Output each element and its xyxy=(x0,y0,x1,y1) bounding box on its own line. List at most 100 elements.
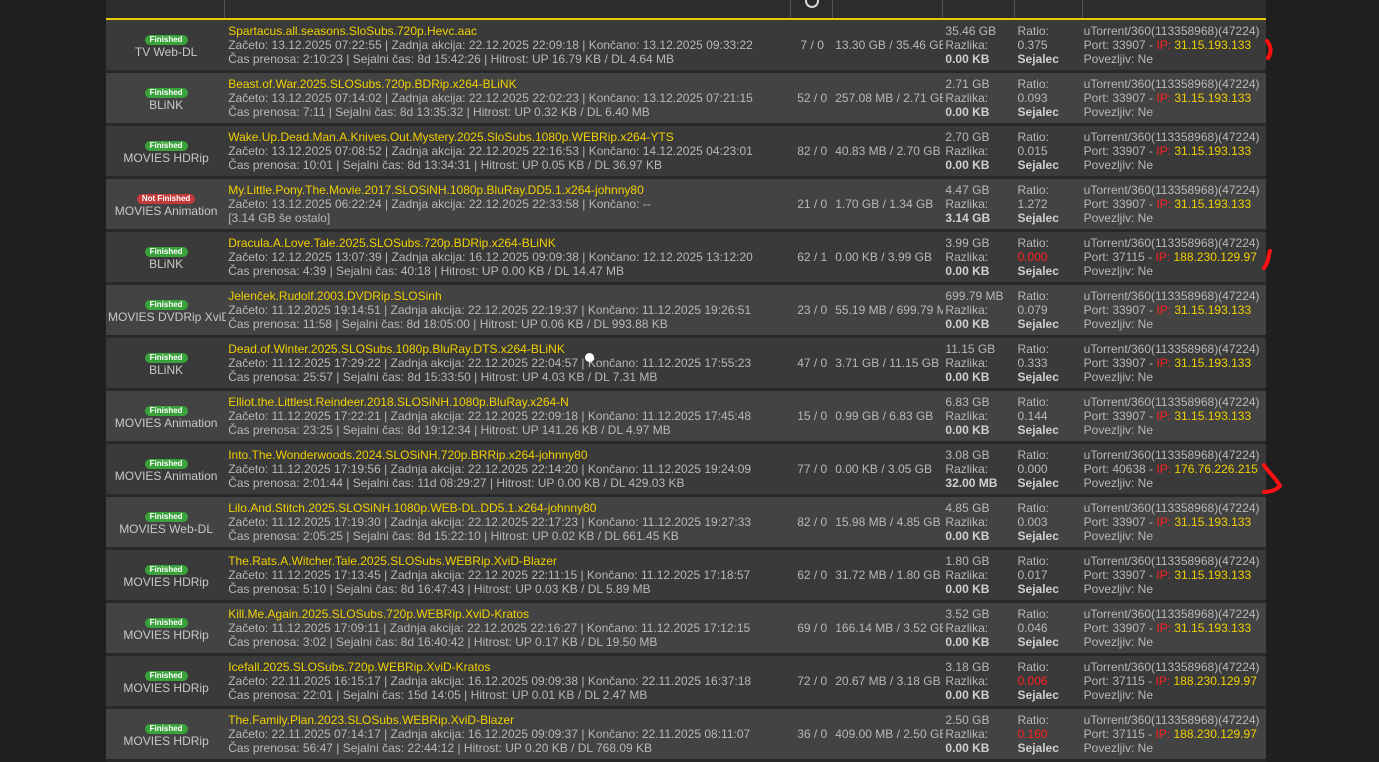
client-cell: uTorrent/360(113358968)(47224) Port: 3390… xyxy=(1081,283,1266,338)
category-cell: Not Finished MOVIES Animation xyxy=(106,177,227,232)
category-label[interactable]: MOVIES Animation xyxy=(108,416,224,430)
category-label[interactable]: BLiNK xyxy=(108,98,224,112)
torrent-info-cell: The.Family.Plan.2023.SLOSubs.WEBRip.XviD… xyxy=(226,707,792,762)
size-cell: 3.52 GB Razlika: 0.00 KB xyxy=(943,601,1016,656)
diff-value: 0.00 KB xyxy=(945,529,990,543)
port-ip: Port: 33907 - IP: 31.15.193.133 xyxy=(1084,144,1264,158)
category-label[interactable]: MOVIES HDRip xyxy=(108,628,224,642)
role-label: Sejalec xyxy=(1017,317,1059,331)
table-row: Finished MOVIES Animation Into.The.Wonderw… xyxy=(106,442,1266,497)
size-value: 4.85 GB xyxy=(945,501,990,515)
category-cell: Finished MOVIES Animation xyxy=(106,442,227,497)
category-label[interactable]: MOVIES HDRip xyxy=(108,734,224,748)
header-peers[interactable] xyxy=(790,0,833,18)
torrent-name-link[interactable]: Into.The.Wonderwoods.2024.SLOSiNH.720p.B… xyxy=(228,448,789,462)
torrent-name-link[interactable]: Beast.of.War.2025.SLOSubs.720p.BDRip.x26… xyxy=(228,77,789,91)
header-size[interactable] xyxy=(942,0,1015,18)
torrent-name-link[interactable]: Spartacus.all.seasons.SloSubs.720p.Hevc.… xyxy=(228,24,789,38)
client-name: uTorrent/360(113358968)(47224) xyxy=(1083,660,1260,674)
category-cell: Finished BLiNK xyxy=(106,71,227,126)
ratio-value: 0.093 xyxy=(1017,91,1048,105)
torrent-name-link[interactable]: Icefall.2025.SLOSubs.720p.WEBRip.XviD-Kr… xyxy=(228,660,789,674)
category-label[interactable]: TV Web-DL xyxy=(108,45,224,59)
table-row: Finished BLiNK Beast.of.War.2025.SLOSubs.7… xyxy=(106,71,1266,126)
role-label: Sejalec xyxy=(1017,370,1059,384)
ratio-value: 0.000 xyxy=(1017,462,1048,476)
ip-label: IP: xyxy=(1155,674,1174,688)
torrent-name-link[interactable]: Elliot.the.Littlest.Reindeer.2018.SLOSiN… xyxy=(228,395,789,409)
size-cell: 3.18 GB Razlika: 0.00 KB xyxy=(943,654,1016,709)
torrent-stats: Čas prenosa: 5:10 | Sejalni čas: 8d 16:4… xyxy=(228,582,651,596)
ip-value: 31.15.193.133 xyxy=(1174,515,1252,529)
torrent-name-link[interactable]: Kill.Me.Again.2025.SLOSubs.720p.WEBRip.X… xyxy=(228,607,789,621)
ip-label: IP: xyxy=(1156,91,1175,105)
status-badge: Finished xyxy=(144,300,188,310)
ratio-value: 0.046 xyxy=(1017,621,1048,635)
size-value: 35.46 GB xyxy=(945,24,997,38)
torrent-name-link[interactable]: Dead.of.Winter.2025.SLOSubs.1080p.BluRay… xyxy=(228,342,789,356)
category-label[interactable]: MOVIES Animation xyxy=(108,469,224,483)
client-cell: uTorrent/360(113358968)(47224) Port: 3390… xyxy=(1081,336,1266,391)
header-ratio[interactable] xyxy=(1014,0,1083,18)
category-label[interactable]: BLiNK xyxy=(108,257,224,271)
connectable-status: Povezljiv: Ne xyxy=(1083,741,1153,755)
category-label[interactable]: MOVIES Animation xyxy=(108,204,224,218)
torrent-dates: Začeto: 11.12.2025 17:22:21 | Zadnja akc… xyxy=(228,409,752,423)
left-margin xyxy=(0,0,106,754)
category-label[interactable]: MOVIES HDRip xyxy=(108,151,224,165)
torrent-name-link[interactable]: The.Family.Plan.2023.SLOSubs.WEBRip.XviD… xyxy=(228,713,789,727)
table-row: Finished MOVIES Animation Elliot.the.Littl… xyxy=(106,389,1266,444)
ratio-label: Ratio: xyxy=(1017,660,1049,674)
ip-label: IP: xyxy=(1156,409,1175,423)
header-name[interactable] xyxy=(224,0,791,18)
ratio-cell: Ratio: 0.144 Sejalec xyxy=(1015,389,1082,444)
diff-label: Razlika: xyxy=(945,144,989,158)
torrent-dates: Začeto: 11.12.2025 17:19:56 | Zadnja akc… xyxy=(228,462,752,476)
torrent-name-link[interactable]: The.Rats.A.Witcher.Tale.2025.SLOSubs.WEB… xyxy=(228,554,789,568)
transfer-amount: 0.99 GB / 6.83 GB xyxy=(833,389,944,444)
ratio-cell: Ratio: 0.006 Sejalec xyxy=(1015,654,1082,709)
header-category[interactable] xyxy=(106,0,224,18)
header-client[interactable] xyxy=(1082,0,1267,18)
size-value: 3.18 GB xyxy=(945,660,990,674)
torrent-stats: Čas prenosa: 2:01:44 | Sejalni čas: 11d … xyxy=(228,476,685,490)
size-cell: 2.71 GB Razlika: 0.00 KB xyxy=(943,71,1016,126)
diff-value: 0.00 KB xyxy=(945,158,990,172)
category-label[interactable]: MOVIES DVDRip XviD xyxy=(108,310,226,324)
port-ip: Port: 37115 - IP: 188.230.129.97 xyxy=(1084,250,1264,264)
ratio-cell: Ratio: 0.046 Sejalec xyxy=(1015,601,1082,656)
header-transfer[interactable] xyxy=(832,0,943,18)
diff-label: Razlika: xyxy=(945,568,989,582)
diff-label: Razlika: xyxy=(945,727,989,741)
category-label[interactable]: MOVIES HDRip xyxy=(108,575,224,589)
peers-count: 23 / 0 xyxy=(791,283,834,338)
port-text: Port: 33907 - xyxy=(1083,197,1157,211)
torrent-name-link[interactable]: Dracula.A.Love.Tale.2025.SLOSubs.720p.BD… xyxy=(228,236,789,250)
port-ip: Port: 33907 - IP: 31.15.193.133 xyxy=(1084,303,1264,317)
transfer-amount: 0.00 KB / 3.99 GB xyxy=(833,230,944,285)
connectable-status: Povezljiv: Ne xyxy=(1083,264,1153,278)
category-cell: Finished MOVIES Animation xyxy=(106,389,227,444)
connectable-status: Povezljiv: Ne xyxy=(1083,370,1153,384)
size-value: 699.79 MB xyxy=(945,289,1004,303)
category-label[interactable]: BLiNK xyxy=(108,363,224,377)
category-label[interactable]: MOVIES HDRip xyxy=(108,681,224,695)
category-label[interactable]: MOVIES Web-DL xyxy=(108,522,224,536)
torrent-name-link[interactable]: Lilo.And.Stitch.2025.SLOSiNH.1080p.WEB-D… xyxy=(228,501,789,515)
port-ip: Port: 33907 - IP: 31.15.193.133 xyxy=(1084,515,1264,529)
size-value: 3.52 GB xyxy=(945,607,990,621)
port-ip: Port: 40638 - IP: 176.76.226.215 xyxy=(1084,462,1264,476)
diff-label: Razlika: xyxy=(945,91,989,105)
client-cell: uTorrent/360(113358968)(47224) Port: 3390… xyxy=(1081,124,1266,179)
diff-value: 0.00 KB xyxy=(945,423,990,437)
ratio-label: Ratio: xyxy=(1017,554,1049,568)
torrent-name-link[interactable]: Wake.Up.Dead.Man.A.Knives.Out.Mystery.20… xyxy=(228,130,789,144)
ratio-cell: Ratio: 1.272 Sejalec xyxy=(1015,177,1082,232)
torrent-name-link[interactable]: My.Little.Pony.The.Movie.2017.SLOSiNH.10… xyxy=(228,183,789,197)
size-cell: 4.47 GB Razlika: 3.14 GB xyxy=(943,177,1016,232)
torrent-name-link[interactable]: Jelenček.Rudolf.2003.DVDRip.SLOSinh xyxy=(228,289,789,303)
peers-count: 7 / 0 xyxy=(791,20,834,73)
connectable-status: Povezljiv: Ne xyxy=(1083,105,1153,119)
status-badge: Finished xyxy=(144,141,188,151)
table-row: Finished MOVIES HDRip The.Family.Plan.2023… xyxy=(106,707,1266,762)
